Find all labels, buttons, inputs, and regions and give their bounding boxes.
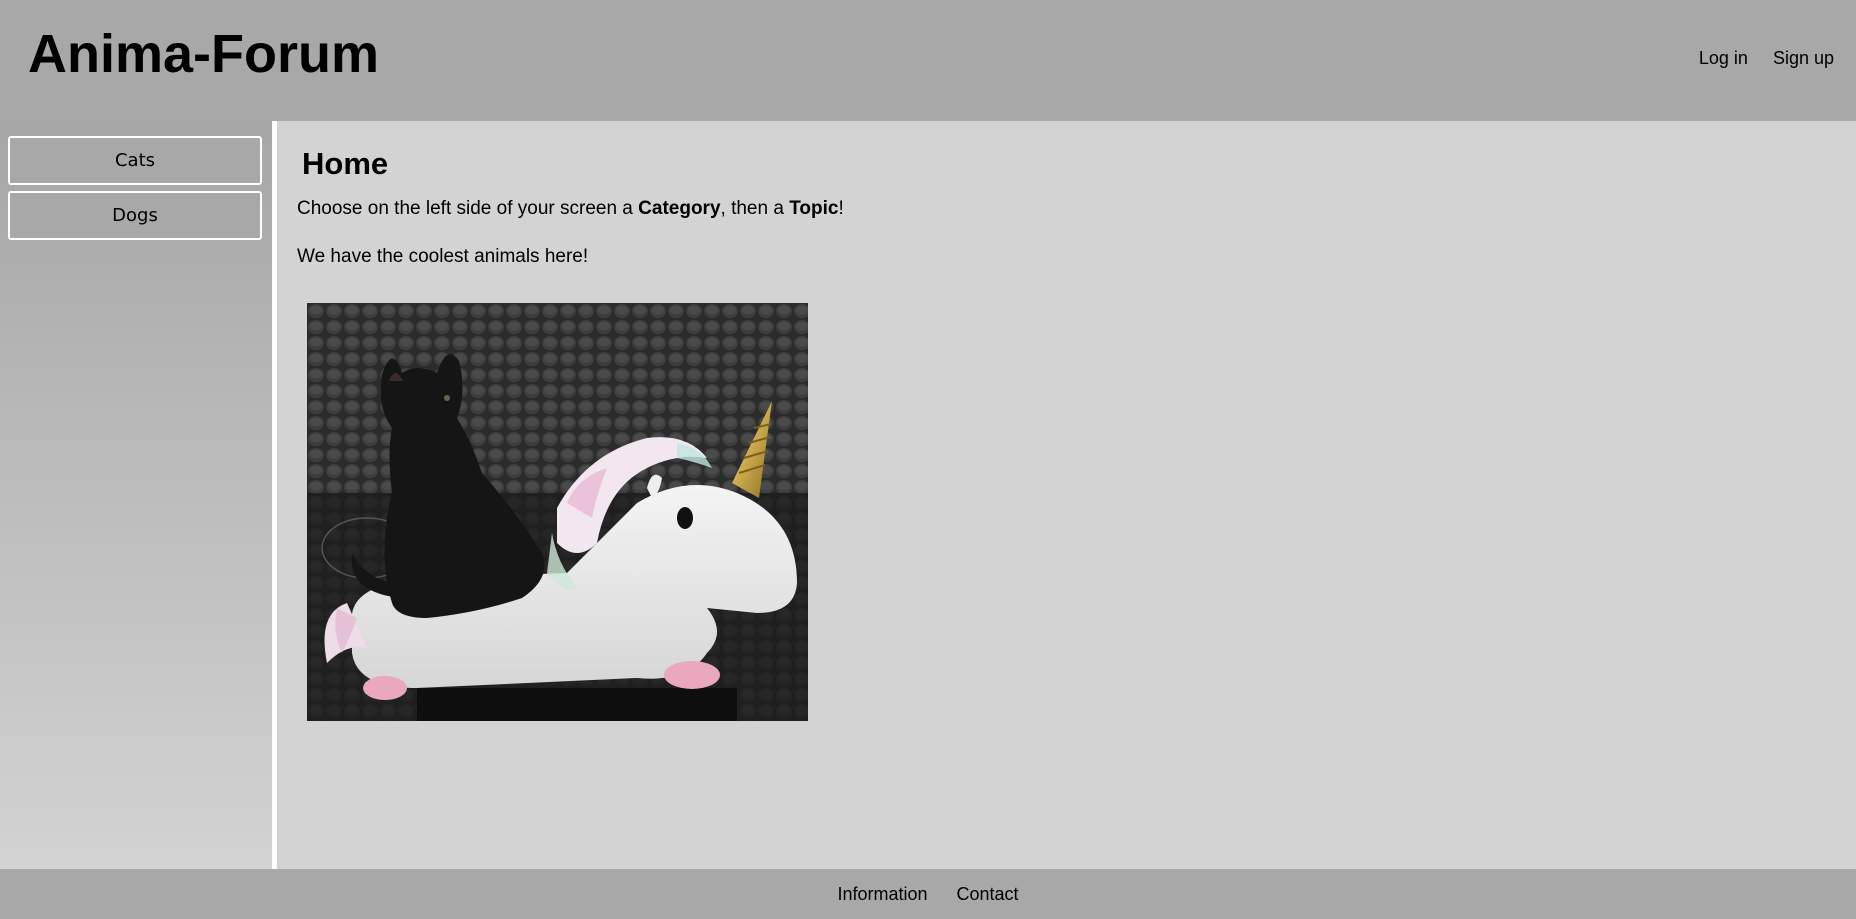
intro-category-bold: Category (638, 198, 721, 219)
auth-nav: Log in Sign up (1699, 48, 1834, 69)
tagline-text: We have the coolest animals here! (297, 246, 589, 267)
footer-contact-link[interactable]: Contact (957, 884, 1019, 905)
category-sidebar: Cats Dogs (0, 121, 272, 869)
category-button-cats[interactable]: Cats (8, 136, 262, 185)
site-header: Anima-Forum Log in Sign up (0, 0, 1856, 121)
site-footer: Information Contact (0, 869, 1856, 919)
intro-text: Choose on the left side of your screen a… (297, 198, 844, 220)
photo-illustration (307, 303, 808, 721)
intro-part-3: ! (838, 198, 844, 219)
intro-part-1: Choose on the left side of your screen a (297, 198, 639, 219)
page-title: Home (302, 146, 389, 181)
login-link[interactable]: Log in (1699, 48, 1748, 69)
kitten-on-unicorn-photo (307, 303, 808, 721)
category-button-dogs[interactable]: Dogs (8, 191, 262, 240)
main-content: Home Choose on the left side of your scr… (277, 121, 1856, 869)
intro-topic-bold: Topic (789, 198, 839, 219)
signup-link[interactable]: Sign up (1773, 48, 1834, 69)
site-title[interactable]: Anima-Forum (28, 22, 379, 86)
intro-part-2: , then a (720, 198, 790, 219)
footer-information-link[interactable]: Information (837, 884, 927, 905)
